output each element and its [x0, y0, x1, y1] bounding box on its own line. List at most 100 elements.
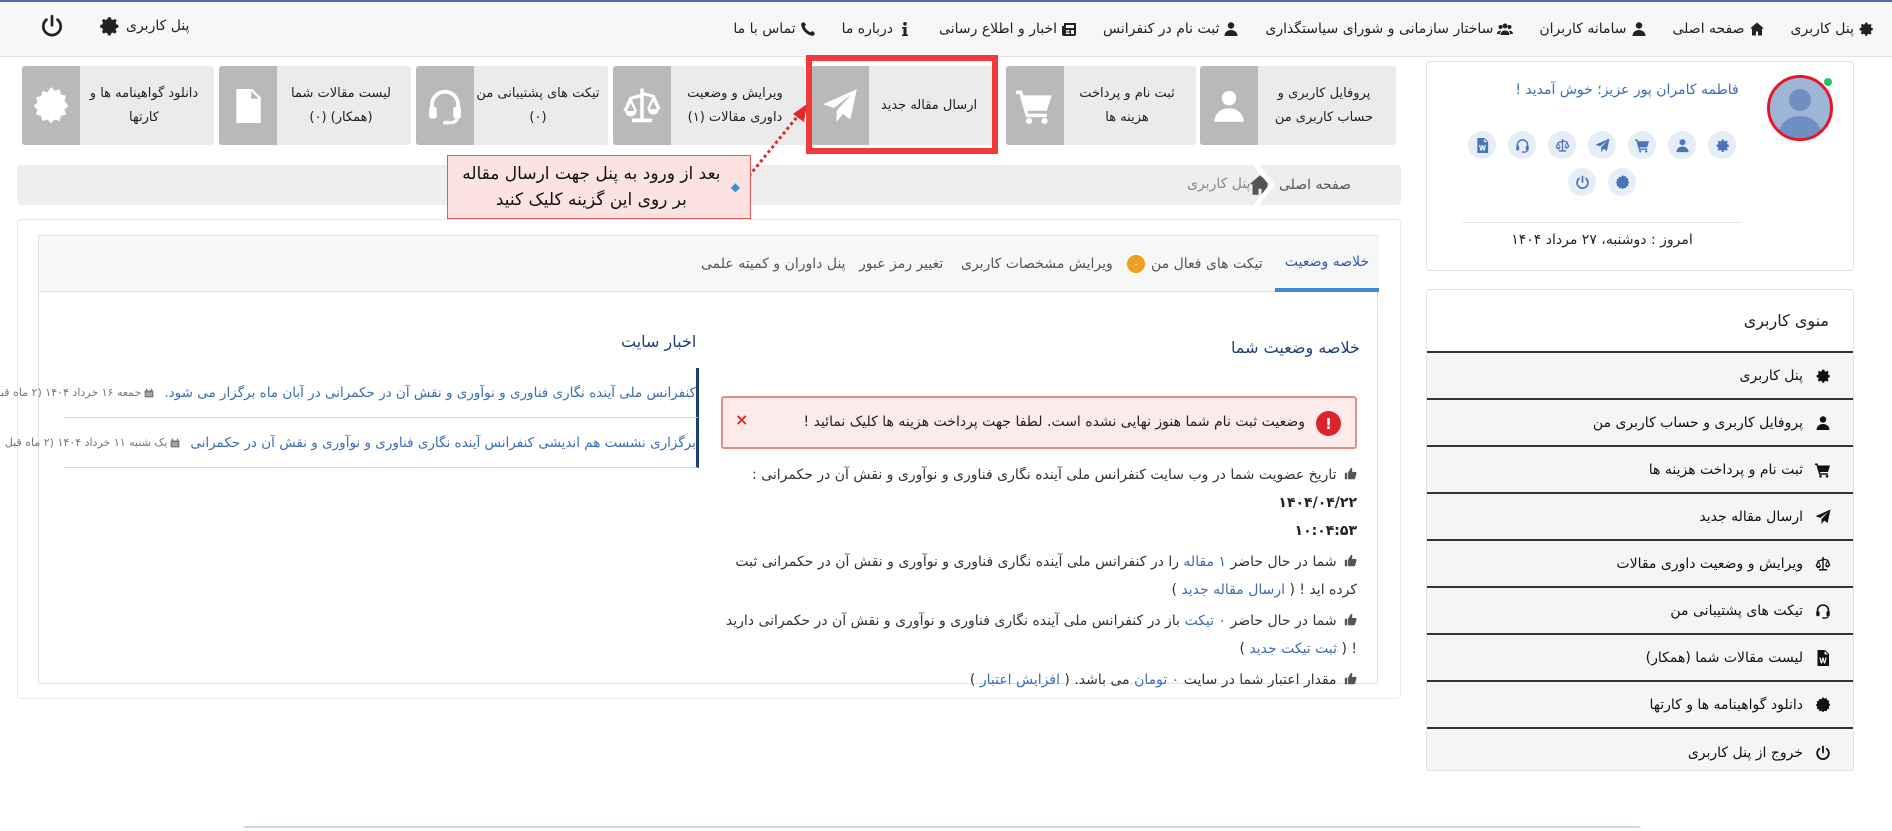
nav-user-panel[interactable]: پنل کاربری	[1791, 21, 1874, 37]
status-text: شما در حال حاضر	[1230, 554, 1337, 570]
news-item-title[interactable]: برگزاری نشست هم اندیشی کنفرانس آینده نگا…	[190, 435, 696, 451]
menu-item-profile[interactable]: پروفایل کاربری و حساب کاربری من	[1427, 400, 1853, 447]
callout-text: بعد از ورود به پنل جهت ارسال مقاله بر رو…	[462, 164, 721, 210]
menu-item-user-panel[interactable]: پنل کاربری	[1427, 353, 1853, 400]
today-date: امروز : دوشنبه، ۲۷ مرداد ۱۴۰۴	[1511, 232, 1693, 248]
nav-contact[interactable]: تماس با ما	[733, 21, 815, 37]
status-credit: مقدار اعتبار شما در سایت ۰ تومان می باشد…	[721, 666, 1357, 694]
news-item[interactable]: کنفرانس ملی آینده نگاری فناوری و نوآوری …	[0, 368, 699, 418]
tile-articles-list[interactable]: لیست مقالات شما (همکار) (۰)	[219, 66, 411, 145]
user-icon	[1675, 138, 1690, 153]
cart-icon	[1006, 66, 1064, 145]
thumbs-up-icon	[1344, 613, 1357, 626]
quick-icons	[1462, 131, 1742, 196]
user-icon	[1631, 21, 1647, 37]
gear-icon	[98, 15, 120, 37]
new-ticket-link[interactable]: ثبت تیکت جدید	[1249, 641, 1337, 657]
tile-label: پروفایل کاربری و حساب کاربری من	[1274, 85, 1374, 125]
menu-item-send-article[interactable]: ارسال مقاله جدید	[1427, 494, 1853, 541]
menu-label: پروفایل کاربری و حساب کاربری من	[1592, 414, 1803, 431]
status-lines: تاریخ عضویت شما در وب سایت کنفرانس ملی آ…	[721, 461, 1357, 694]
quick-tickets[interactable]	[1508, 131, 1536, 159]
quick-articles-list[interactable]	[1468, 131, 1496, 159]
quick-certificates[interactable]	[1608, 168, 1636, 196]
nav-home[interactable]: صفحه اصلی	[1673, 21, 1765, 37]
tab-change-password[interactable]: تغییر رمز عبور	[859, 236, 943, 292]
menu-label: لیست مقالات شما (همکار)	[1645, 649, 1803, 666]
nav-conference-register[interactable]: ثبت نام در کنفرانس	[1103, 21, 1239, 37]
tab-reviewers[interactable]: پنل داوران و کمیته علمی	[701, 236, 846, 292]
news-list: کنفرانس ملی آینده نگاری فناوری و نوآوری …	[0, 368, 699, 468]
word-file-icon	[219, 66, 277, 145]
quick-user-panel[interactable]	[1708, 131, 1736, 159]
tickets-count-badge: ۰	[1127, 255, 1145, 273]
menu-item-review[interactable]: ویرایش و وضعیت داوری مقالات	[1427, 541, 1853, 588]
menu-label: خروج از پنل کاربری	[1687, 744, 1803, 761]
gear-icon	[1815, 368, 1831, 384]
breadcrumb-current: پنل کاربری	[1187, 176, 1251, 192]
top-navbar: پنل کاربری صفحه اصلی سامانه کاربران ساخت…	[0, 0, 1892, 57]
close-icon[interactable]: ×	[735, 410, 748, 429]
tab-tickets[interactable]: تیکت های فعال من ۰	[1127, 236, 1263, 292]
quick-profile[interactable]	[1668, 131, 1696, 159]
quick-review[interactable]	[1548, 131, 1576, 159]
tile-payment[interactable]: ثبت نام و پرداخت هزینه ها	[1006, 66, 1196, 145]
nav-label: ثبت نام در کنفرانس	[1103, 21, 1220, 37]
quick-cart[interactable]	[1628, 131, 1656, 159]
avatar[interactable]	[1767, 75, 1833, 141]
power-icon[interactable]	[40, 14, 64, 38]
tab-edit-profile[interactable]: ویرایش مشخصات کاربری	[961, 236, 1113, 292]
nav-news[interactable]: اخبار و اطلاع رسانی	[939, 21, 1077, 37]
menu-label: ارسال مقاله جدید	[1699, 508, 1803, 525]
news-item[interactable]: برگزاری نشست هم اندیشی کنفرانس آینده نگا…	[0, 418, 699, 468]
menu-label: تیکت های پشتیبانی من	[1670, 602, 1803, 619]
main-card: خلاصه وضعیت تیکت های فعال من ۰ ویرایش مشخ…	[0, 235, 1379, 688]
gear-icon	[1858, 21, 1874, 37]
nav-label: صفحه اصلی	[1672, 21, 1745, 37]
top-left-actions: پنل کاربری	[40, 14, 189, 38]
nav-organization[interactable]: ساختار سازمانی و شورای سیاستگذاری	[1265, 21, 1513, 37]
menu-item-certificates[interactable]: دانلود گواهینامه ها و کارتها	[1427, 682, 1853, 729]
headset-icon	[1815, 603, 1831, 619]
profile-card: فاطمه کامران پور عزیز؛ خوش آمدید ! امروز…	[1426, 61, 1854, 271]
headset-icon	[416, 66, 474, 145]
scale-icon	[613, 66, 671, 145]
nav-about[interactable]: درباره ما	[842, 21, 913, 37]
menu-item-logout[interactable]: خروج از پنل کاربری	[1427, 729, 1853, 770]
status-tickets: شما در حال حاضر ۰ تیکت باز در کنفرانس مل…	[721, 607, 1357, 663]
footer-edge	[243, 826, 1641, 831]
nav-users-system[interactable]: سامانه کاربران	[1539, 21, 1646, 37]
send-article-link[interactable]: ارسال مقاله جدید	[1181, 582, 1285, 598]
tab-summary[interactable]: خلاصه وضعیت	[1275, 236, 1379, 292]
home-icon	[1749, 21, 1765, 37]
quick-logout[interactable]	[1568, 168, 1596, 196]
nav-label: ساختار سازمانی و شورای سیاستگذاری	[1265, 21, 1494, 37]
status-text: )	[969, 672, 976, 688]
calendar-icon	[144, 388, 154, 398]
divider	[1462, 222, 1742, 223]
status-text: )	[1239, 641, 1245, 657]
menu-item-payment[interactable]: ثبت نام و پرداخت هزینه ها	[1427, 447, 1853, 494]
menu-label: ثبت نام و پرداخت هزینه ها	[1648, 461, 1803, 478]
news-item-meta: جمعه ۱۶ خرداد ۱۴۰۴ (۲ ماه قبل )	[0, 386, 154, 399]
phone-icon	[800, 21, 816, 37]
tile-tickets[interactable]: تیکت های پشتیبانی من (۰)	[416, 66, 608, 145]
diamond-icon: ◆	[730, 180, 740, 194]
user-icon	[1200, 66, 1258, 145]
menu-item-articles-list[interactable]: لیست مقالات شما (همکار)	[1427, 635, 1853, 682]
users-icon	[1497, 21, 1513, 37]
avatar-silhouette-icon	[1778, 89, 1822, 138]
increase-credit-link[interactable]: افزایش اعتبار	[980, 672, 1060, 688]
registration-alert[interactable]: ! وضعیت ثبت نام شما هنوز نهایی نشده است.…	[721, 396, 1357, 449]
top-user-panel-link[interactable]: پنل کاربری	[98, 15, 189, 37]
news-item-title[interactable]: کنفرانس ملی آینده نگاری فناوری و نوآوری …	[164, 385, 696, 401]
breadcrumb-home-label: صفحه اصلی	[1278, 177, 1351, 193]
menu-item-tickets[interactable]: تیکت های پشتیبانی من	[1427, 588, 1853, 635]
scale-icon	[1815, 556, 1831, 572]
tabs: خلاصه وضعیت تیکت های فعال من ۰ ویرایش مشخ…	[39, 236, 1379, 292]
quick-send-article[interactable]	[1588, 131, 1616, 159]
status-text: مقدار اعتبار شما در سایت	[1183, 672, 1337, 688]
tile-profile[interactable]: پروفایل کاربری و حساب کاربری من	[1200, 66, 1396, 145]
tile-certificates[interactable]: دانلود گواهینامه ها و کارتها	[22, 66, 214, 145]
welcome-message: فاطمه کامران پور عزیز؛ خوش آمدید !	[1515, 82, 1739, 98]
